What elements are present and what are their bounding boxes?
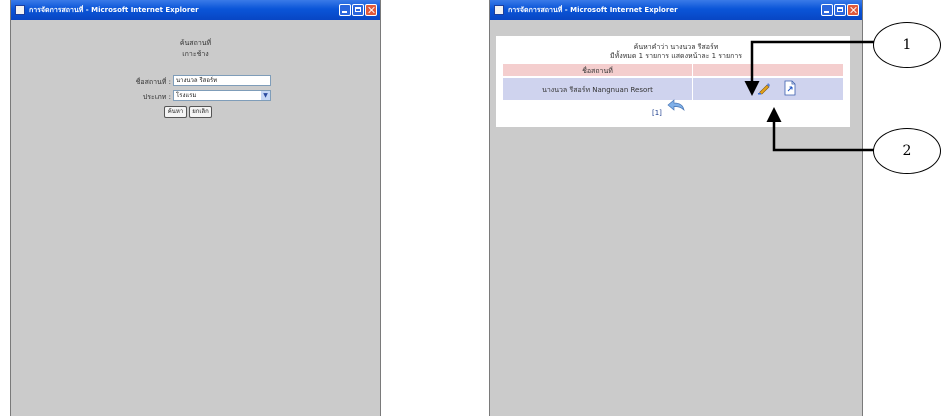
callout-2-arrow [766,107,874,152]
callout-1-arrow [744,40,874,96]
callout-1: 1 [873,22,941,68]
callout-arrows [744,40,874,152]
callout-2: 2 [873,128,941,174]
